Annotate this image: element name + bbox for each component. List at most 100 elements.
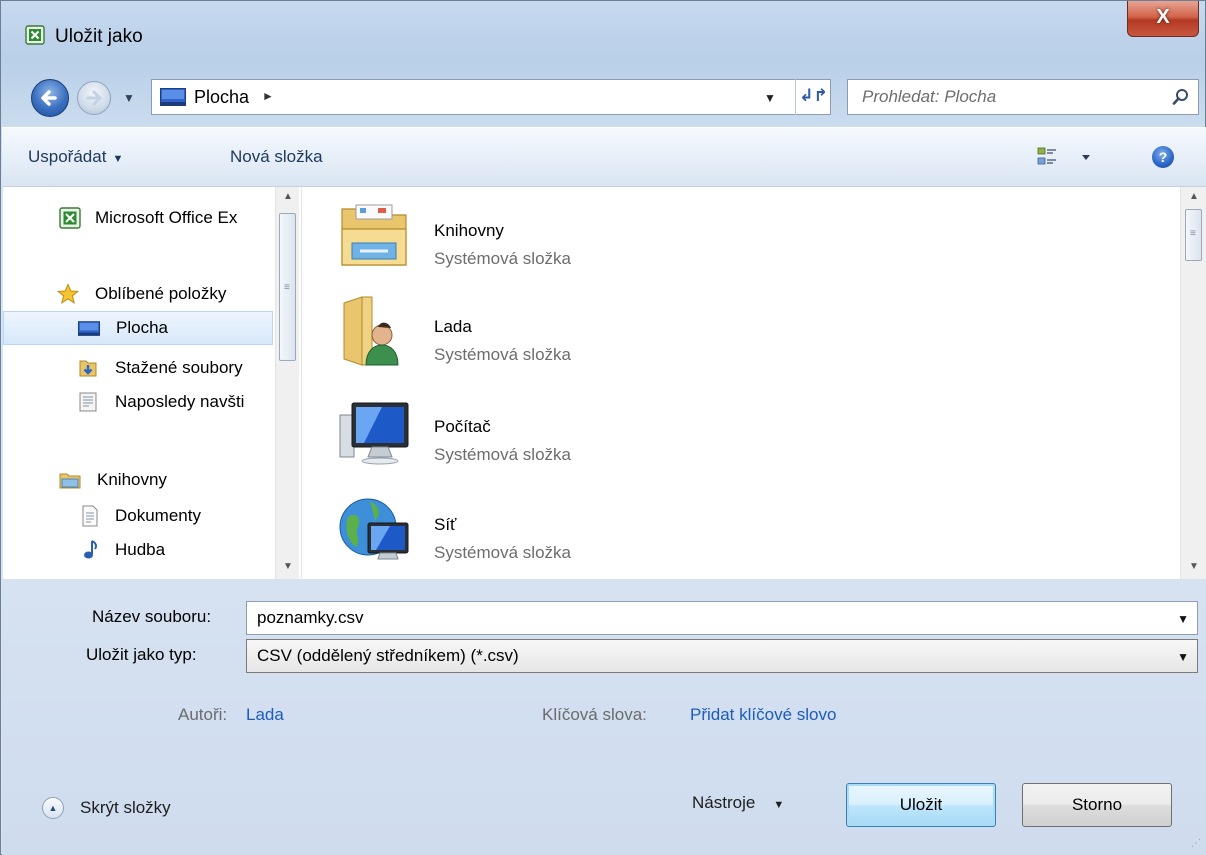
star-icon [57,283,79,304]
search-icon[interactable] [1172,88,1190,106]
filetype-value: CSV (oddělený středníkem) (*.csv) [257,646,519,665]
address-history-dropdown[interactable]: ▼ [764,91,776,105]
command-toolbar: Uspořádat ▼ Nová složka ? [2,127,1206,187]
nav-item-music[interactable]: Hudba [3,533,273,567]
recent-locations-dropdown[interactable]: ▼ [123,91,135,105]
nav-item-recent[interactable]: Naposledy navšti [3,385,273,419]
scroll-down-arrow[interactable]: ▼ [1181,557,1206,577]
libraries-folder-icon [341,204,407,266]
navigation-pane: Microsoft Office Ex Oblíbené položky Plo… [3,187,301,579]
nav-item-documents[interactable]: Dokumenty [3,499,273,533]
network-icon [339,498,409,560]
address-bar[interactable]: Plocha ► ▼ [151,79,831,115]
save-form: Název souboru: poznamky.csv ▼ Uložit jak… [2,579,1206,855]
cancel-button[interactable]: Storno [1022,783,1172,827]
chevron-right-icon[interactable]: ► [262,89,274,103]
tools-label: Nástroje [692,793,756,812]
refresh-icon: ↲↱ [799,86,828,105]
nav-item-excel[interactable]: Microsoft Office Ex [3,201,273,235]
nav-item-downloads[interactable]: Stažené soubory [3,351,273,385]
list-item[interactable]: Knihovny Systémová složka [338,199,838,289]
list-item[interactable]: Síť Systémová složka [338,493,838,583]
view-options-button[interactable] [1036,144,1100,172]
grip-icon: ≡ [284,282,290,293]
nav-item-label: Knihovny [97,470,167,489]
scroll-up-arrow[interactable]: ▲ [276,187,300,207]
add-keyword-link[interactable]: Přidat klíčové slovo [690,705,836,725]
filetype-select[interactable]: CSV (oddělený středníkem) (*.csv) ▼ [246,639,1198,673]
arrow-left-icon [41,90,57,106]
item-type: Systémová složka [434,543,571,562]
desktop-icon [78,321,100,336]
nav-item-label: Stažené soubory [115,358,243,377]
arrow-right-icon [86,90,102,106]
content-scrollbar[interactable]: ▲ ≡ ▼ [1180,187,1206,579]
file-list: Knihovny Systémová složka Lada Systémová… [301,187,1206,579]
close-button[interactable]: X [1127,1,1199,37]
close-icon: X [1156,6,1170,28]
documents-icon [82,505,98,527]
resize-grip-icon[interactable]: ⋰ [1191,838,1201,849]
nav-scrollbar[interactable]: ▲ ≡ ▼ [275,187,299,579]
nav-item-favorites[interactable]: Oblíbené položky [3,277,273,311]
downloads-icon [79,360,97,377]
help-button[interactable]: ? [1152,146,1174,168]
list-item[interactable]: Lada Systémová složka [338,295,838,385]
back-button[interactable] [31,79,69,117]
computer-icon [339,402,409,465]
nav-item-label: Oblíbené položky [95,284,227,303]
save-button[interactable]: Uložit [846,783,996,827]
scrollbar-thumb[interactable]: ≡ [1185,209,1202,261]
organize-label: Uspořádat [28,147,107,166]
view-details-icon [1037,147,1090,165]
filename-value: poznamky.csv [257,608,364,627]
nav-item-label: Dokumenty [115,506,201,525]
scroll-up-arrow[interactable]: ▲ [1181,187,1206,207]
item-name: Knihovny [434,221,504,240]
nav-item-desktop[interactable]: Plocha [3,311,273,345]
save-as-dialog: Uložit jako X ▼ Plocha ► ▼ ↲↱ Prohledat:… [0,0,1206,855]
grip-icon: ≡ [1190,228,1196,239]
organize-button[interactable]: Uspořádat ▼ [28,147,123,167]
nav-item-label: Naposledy navšti [115,392,245,411]
chevron-up-icon: ▲ [42,797,64,819]
refresh-button[interactable]: ↲↱ [795,79,831,115]
item-name: Síť [434,515,457,534]
music-icon [84,540,97,559]
keywords-label: Klíčová slova: [542,705,647,724]
recent-places-icon [79,392,97,412]
item-name: Lada [434,317,472,336]
nav-item-label: Plocha [116,318,168,337]
item-type: Systémová složka [434,445,571,464]
nav-item-label: Microsoft Office Ex [95,208,238,227]
nav-item-libraries[interactable]: Knihovny [3,463,273,497]
excel-icon [59,207,81,229]
filetype-label: Uložit jako typ: [86,645,197,664]
new-folder-button[interactable]: Nová složka [230,147,323,167]
chevron-down-icon: ▼ [773,799,785,811]
item-type: Systémová složka [434,249,571,268]
user-folder-icon [343,296,399,366]
item-type: Systémová složka [434,345,571,364]
authors-value[interactable]: Lada [246,705,284,725]
hide-folders-label: Skrýt složky [80,798,171,817]
libraries-icon [59,473,81,489]
forward-button[interactable] [77,81,111,115]
tools-menu-button[interactable]: Nástroje ▼ [692,793,784,813]
nav-item-label: Hudba [115,540,166,559]
chevron-down-icon: ▼ [112,153,124,165]
title-bar: Uložit jako X [1,1,1206,49]
scrollbar-thumb[interactable]: ≡ [279,213,296,361]
search-input[interactable]: Prohledat: Plocha [847,79,1199,115]
list-item[interactable]: Počítač Systémová složka [338,395,838,485]
search-placeholder: Prohledat: Plocha [862,87,997,106]
help-icon: ? [1158,149,1168,165]
breadcrumb-location[interactable]: Plocha [194,87,249,108]
scroll-down-arrow[interactable]: ▼ [276,557,300,577]
excel-icon [25,25,45,45]
window-title: Uložit jako [55,26,143,47]
desktop-icon [160,88,186,106]
chevron-down-icon: ▼ [1177,650,1189,664]
filename-field[interactable]: poznamky.csv ▼ [246,601,1198,635]
chevron-down-icon[interactable]: ▼ [1177,612,1189,626]
